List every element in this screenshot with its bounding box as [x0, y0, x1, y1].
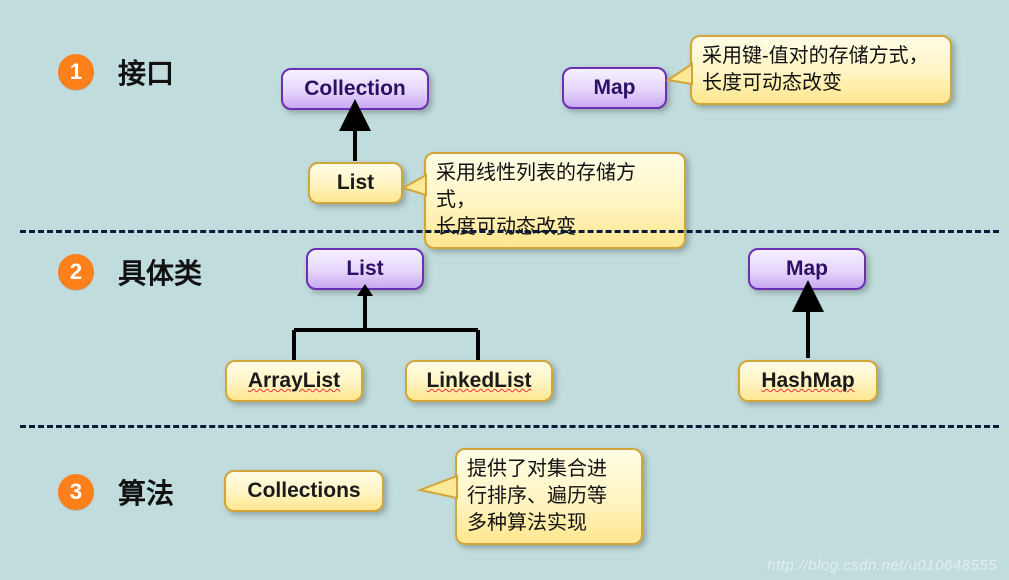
- callout-map-l2: 长度可动态改变: [702, 72, 842, 94]
- node-hashmap-label: HashMap: [761, 369, 854, 392]
- badge-2: 2: [58, 254, 94, 290]
- node-arraylist-label: ArrayList: [248, 369, 340, 392]
- watermark: http://blog.csdn.net/u010648555: [767, 557, 997, 574]
- badge-3: 3: [58, 474, 94, 510]
- callout-map-l1: 采用键-值对的存储方式，: [702, 45, 929, 67]
- title-algorithms: 算法: [118, 472, 174, 512]
- node-map-class: Map: [748, 248, 866, 290]
- title-classes: 具体类: [118, 252, 202, 292]
- node-collection: Collection: [281, 68, 429, 110]
- node-collections: Collections: [224, 470, 384, 512]
- divider-2: [20, 425, 999, 428]
- callout-list: 采用线性列表的存储方式， 长度可动态改变: [424, 152, 686, 249]
- node-list-class: List: [306, 248, 424, 290]
- node-linkedlist-label: LinkedList: [426, 369, 531, 392]
- node-arraylist: ArrayList: [225, 360, 363, 402]
- diagram-canvas: 1 接口 Collection Map List 采用键-值对的存储方式， 长度…: [0, 0, 1009, 580]
- badge-1: 1: [58, 54, 94, 90]
- node-linkedlist: LinkedList: [405, 360, 553, 402]
- callout-algo: 提供了对集合进 行排序、遍历等 多种算法实现: [455, 448, 643, 545]
- callout-list-l2: 长度可动态改变: [436, 216, 576, 238]
- divider-1: [20, 230, 999, 233]
- callout-map: 采用键-值对的存储方式， 长度可动态改变: [690, 35, 952, 105]
- callout-algo-l3: 多种算法实现: [467, 512, 587, 534]
- callout-algo-l1: 提供了对集合进: [467, 458, 607, 480]
- node-map-interface: Map: [562, 67, 667, 109]
- title-interfaces: 接口: [118, 52, 174, 92]
- node-hashmap: HashMap: [738, 360, 878, 402]
- callout-list-l1: 采用线性列表的存储方式，: [436, 162, 636, 211]
- node-list-interface-child: List: [308, 162, 403, 204]
- callout-algo-l2: 行排序、遍历等: [467, 485, 607, 507]
